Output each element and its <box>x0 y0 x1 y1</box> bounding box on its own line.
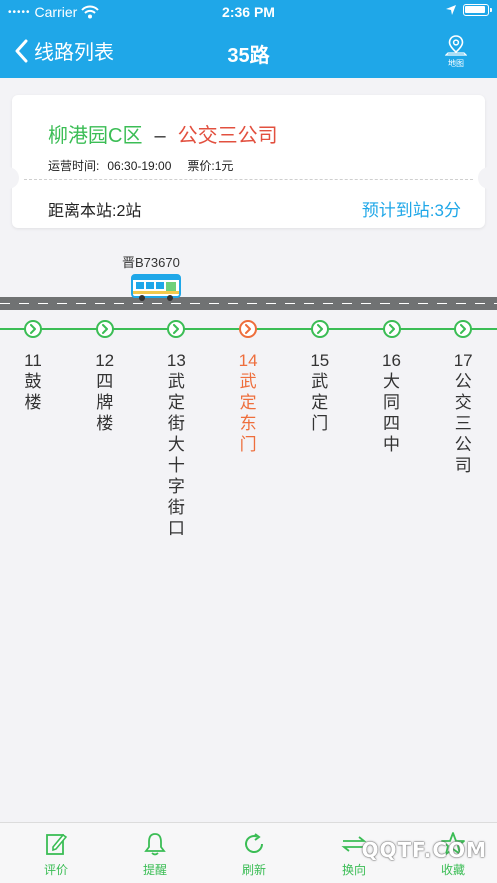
stop-name: 12 四牌楼 <box>95 350 115 434</box>
stop-chevron-icon <box>95 320 114 338</box>
stop-number: 13 <box>166 351 186 370</box>
stop-chevron-icon <box>167 320 186 338</box>
current-stop[interactable]: 14 武定东门 <box>228 320 268 455</box>
stop-number: 16 <box>382 351 401 370</box>
arrival-estimate: 预计到站:3分 <box>361 201 461 220</box>
route-info-card: 柳港园C区 – 公交三公司 运营时间: 06:30-19:00 票价:1元 距离本… <box>5 95 492 228</box>
tab-remind-label: 提醒 <box>142 863 167 877</box>
page-title: 35路 <box>227 45 270 67</box>
clock: 2:36 PM <box>222 4 275 20</box>
bus-stop[interactable]: 13 武定街大十字街口 <box>156 320 196 539</box>
stop-number: 14 <box>238 351 258 370</box>
stop-number: 12 <box>95 351 115 370</box>
stop-label: 鼓楼 <box>24 372 42 412</box>
operating-hours: 运营时间: 06:30-19:00 <box>48 157 171 174</box>
tab-review[interactable]: 评价 <box>26 831 86 878</box>
status-bar: ••••• Carrier 2:36 PM <box>0 0 497 26</box>
stop-label: 武定门 <box>311 372 329 433</box>
tab-review-label: 评价 <box>43 863 68 877</box>
top-bar: ••••• Carrier 2:36 PM 线路列表 35路 地图 <box>0 0 497 78</box>
stop-chevron-icon <box>24 320 42 338</box>
fare: 票价:1元 <box>187 159 234 173</box>
route-end: 公交三公司 <box>177 125 278 147</box>
tab-refresh-label: 刷新 <box>241 863 266 877</box>
stop-name: 14 武定东门 <box>238 350 258 455</box>
stop-label: 四牌楼 <box>96 372 114 433</box>
tab-swap-label: 换向 <box>341 863 366 877</box>
stop-label: 武定东门 <box>239 372 257 454</box>
map-button[interactable]: 地图 <box>443 34 469 69</box>
battery-icon <box>463 4 492 16</box>
ticket-notch-right <box>478 167 492 189</box>
stop-name: 13 武定街大十字街口 <box>166 350 186 539</box>
map-label: 地图 <box>448 59 464 68</box>
stop-name: 16 大同四中 <box>382 350 402 455</box>
stop-label: 大同四中 <box>383 372 400 454</box>
route-meta: 运营时间: 06:30-19:00 票价:1元 <box>48 157 233 174</box>
edit-icon <box>46 833 67 855</box>
tab-remind[interactable]: 提醒 <box>125 831 185 878</box>
bell-icon <box>144 833 166 856</box>
bus-icon <box>131 274 181 301</box>
route-start: 柳港园C区 <box>48 125 143 147</box>
bus-plate: 晋B73670 <box>122 255 180 270</box>
stop-name: 15 武定门 <box>310 350 330 434</box>
distance-to-stop: 距离本站:2站 <box>48 203 142 220</box>
stop-number: 11 <box>24 351 42 370</box>
tab-refresh[interactable]: 刷新 <box>224 831 284 878</box>
status-right <box>445 4 492 16</box>
stop-label: 武定街大十字街口 <box>167 372 185 538</box>
route-dash: – <box>154 125 166 147</box>
bus-stop[interactable]: 16 大同四中 <box>372 320 412 455</box>
bus-stop[interactable]: 11 鼓楼 <box>13 320 53 413</box>
stop-chevron-icon <box>310 320 329 338</box>
road <box>0 297 497 310</box>
stop-name: 17 公交三公司 <box>453 350 473 476</box>
stop-name: 11 鼓楼 <box>23 350 43 413</box>
operating-hours-label: 运营时间: <box>48 159 100 173</box>
stop-label: 公交三公司 <box>454 372 472 475</box>
stop-chevron-icon <box>382 320 401 338</box>
stop-chevron-icon <box>239 320 258 338</box>
stop-number: 15 <box>310 351 330 370</box>
dashed-divider <box>24 179 473 180</box>
bus-stop[interactable]: 15 武定门 <box>300 320 340 434</box>
route-endpoints: 柳港园C区 – 公交三公司 <box>48 119 278 148</box>
ticket-notch-left <box>5 167 19 189</box>
stop-chevron-icon <box>454 320 473 338</box>
bus-stop[interactable]: 12 四牌楼 <box>85 320 125 434</box>
refresh-icon <box>245 833 263 853</box>
location-arrow-icon <box>446 5 456 15</box>
bus-stop[interactable]: 17 公交三公司 <box>443 320 483 476</box>
nav-bar: 线路列表 35路 地图 <box>0 26 497 78</box>
operating-hours-value: 06:30-19:00 <box>107 159 172 173</box>
stop-number: 17 <box>453 351 473 370</box>
tab-favorite-label: 收藏 <box>440 863 465 877</box>
map-pin-icon <box>444 35 468 56</box>
watermark: QQTF.COM <box>361 838 487 862</box>
